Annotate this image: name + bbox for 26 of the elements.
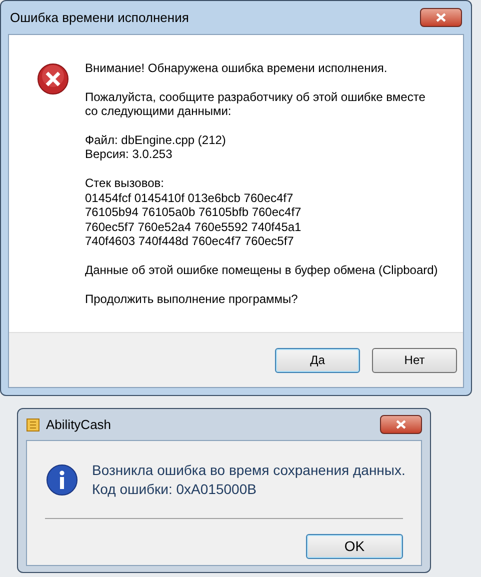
message-text: 760ec5f7 760e52a4 760e5592 740f45a1	[85, 220, 302, 234]
message-text: Версия: 3.0.253	[85, 147, 174, 162]
close-button[interactable]	[420, 8, 462, 27]
message-text: Пожалуйста, сообщите разработчику об этой ошибке вместе	[85, 90, 426, 104]
close-icon	[396, 420, 406, 429]
message-text: Данные об этой ошибке помещены в буфер обмена (Clipboard)	[85, 262, 438, 278]
error-icon	[37, 63, 69, 95]
close-icon	[436, 13, 446, 22]
dialog-button[interactable]: Да	[275, 348, 360, 372]
app-icon	[26, 418, 40, 432]
dialog-button[interactable]: OK	[306, 534, 403, 559]
info-icon	[46, 464, 78, 496]
message-text: Код ошибки: 0xA015000B	[92, 480, 258, 499]
window-title: Ошибка времени исполнения	[10, 8, 189, 27]
message-text: Файл: dbEngine.cpp (212)	[85, 132, 227, 148]
message-text: Стек вызовов:	[85, 176, 165, 191]
message-text: Внимание! Обнаружена ошибка времени исполнения.	[85, 61, 388, 76]
message-text: Продолжить выполнение программы?	[85, 292, 299, 306]
close-button[interactable]	[380, 415, 422, 434]
message-text: 76105b94 76105a0b 76105bfb 760ec4f7	[85, 205, 302, 220]
window-title: AbilityCash	[46, 416, 112, 434]
message-text: 01454fcf 0145410f 013e6bcb 760ec4f7	[85, 190, 294, 206]
message-text: 740f4603 740f448d 760ec4f7 760ec5f7	[85, 234, 295, 249]
message-text: со следующими данными:	[85, 104, 232, 119]
message-text: Возникла ошибка во время сохранения данных.	[92, 461, 406, 480]
dialog-button[interactable]: Нет	[372, 348, 457, 372]
